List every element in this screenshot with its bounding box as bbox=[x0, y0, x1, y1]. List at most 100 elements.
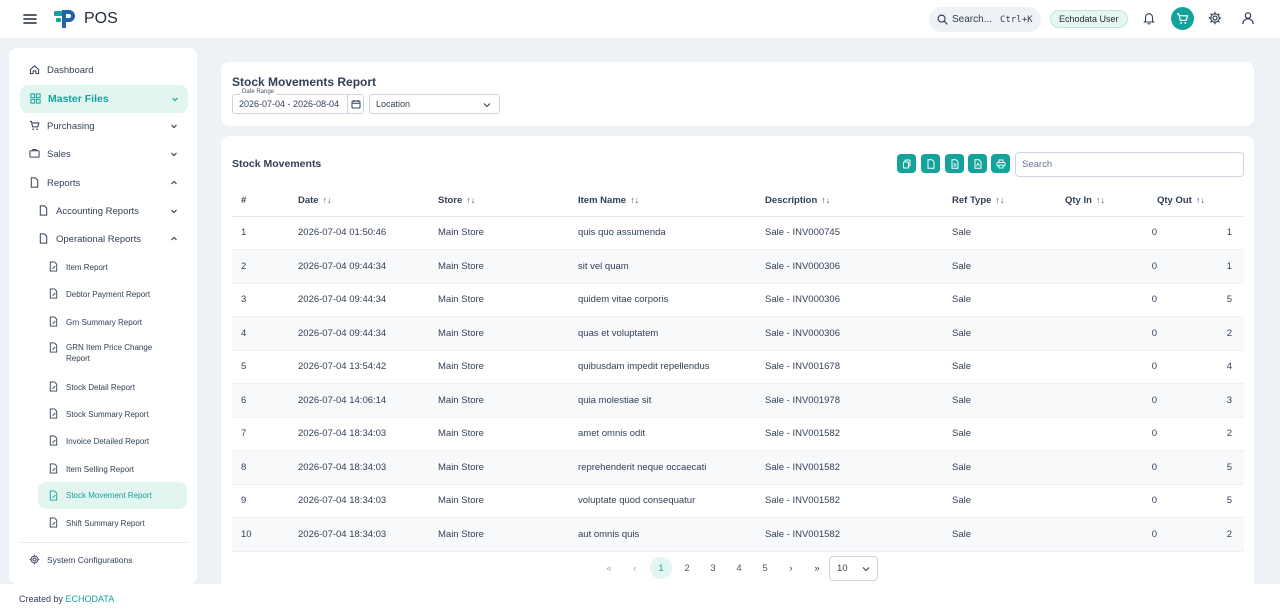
file-edit-icon bbox=[48, 435, 60, 447]
sort-icon[interactable]: ↑↓ bbox=[995, 195, 1004, 205]
column-header-ref-type[interactable]: Ref Type ↑↓ bbox=[952, 186, 1065, 217]
page-button-2[interactable]: 2 bbox=[674, 557, 700, 579]
sidebar-item-accounting-reports[interactable]: Accounting Reports bbox=[38, 205, 189, 217]
sidebar-item-item-selling-report[interactable]: Item Selling Report bbox=[48, 463, 134, 475]
sidebar-item-operational-reports[interactable]: Operational Reports bbox=[38, 233, 189, 245]
table-row[interactable]: 5 2026-07-04 13:54:42 Main Store quibusdam … bbox=[232, 350, 1244, 384]
copy-button[interactable] bbox=[897, 154, 916, 173]
sort-icon[interactable]: ↑↓ bbox=[323, 195, 332, 205]
sidebar-item-reports[interactable]: Reports bbox=[29, 177, 189, 189]
sidebar-item-master-files[interactable]: Master Files bbox=[20, 85, 188, 113]
sidebar-item-grn-summary-report[interactable]: Grn Summary Report bbox=[48, 316, 142, 328]
cell-ref-type: Sale bbox=[952, 249, 1065, 284]
export-csv-button[interactable] bbox=[921, 154, 940, 173]
sidebar-item-stock-summary-report[interactable]: Stock Summary Report bbox=[48, 408, 149, 420]
cell-date: 2026-07-04 14:06:14 bbox=[298, 383, 438, 418]
footer bbox=[0, 584, 1280, 612]
file-edit-icon bbox=[48, 342, 60, 354]
menu-icon[interactable] bbox=[22, 11, 38, 27]
sidebar-item-grn-item-price-change-report[interactable]: GRN Item Price Change Report bbox=[48, 342, 168, 364]
column-header-qty-out[interactable]: Qty Out ↑↓ bbox=[1157, 186, 1244, 217]
sidebar-item-shift-summary-report[interactable]: Shift Summary Report bbox=[48, 517, 145, 529]
column-header-qty-in[interactable]: Qty In ↑↓ bbox=[1065, 186, 1157, 217]
cell-description: Sale - INV000306 bbox=[765, 249, 952, 284]
last-page-button[interactable]: » bbox=[804, 557, 830, 579]
table-row[interactable]: 10 2026-07-04 18:34:03 Main Store aut omnis… bbox=[232, 517, 1244, 552]
table-row[interactable]: 7 2026-07-04 18:34:03 Main Store amet omnis… bbox=[232, 417, 1244, 451]
cell-qty-out: 5 bbox=[1157, 283, 1244, 317]
cell-row-number: 7 bbox=[232, 417, 298, 451]
date-picker-button[interactable] bbox=[347, 95, 364, 113]
printer-icon bbox=[996, 159, 1006, 169]
table-row[interactable]: 4 2026-07-04 09:44:34 Main Store quas et vo… bbox=[232, 316, 1244, 351]
sort-icon[interactable]: ↑↓ bbox=[821, 195, 830, 205]
table-row[interactable]: 9 2026-07-04 18:34:03 Main Store voluptate … bbox=[232, 484, 1244, 518]
sidebar-item-invoice-detailed-report[interactable]: Invoice Detailed Report bbox=[48, 435, 149, 447]
export-pdf-button[interactable] bbox=[968, 154, 987, 173]
sort-icon[interactable]: ↑↓ bbox=[1096, 195, 1105, 205]
page-button-4[interactable]: 4 bbox=[726, 557, 752, 579]
cell-item-name: aut omnis quis bbox=[578, 517, 765, 552]
column-header-store[interactable]: Store ↑↓ bbox=[438, 186, 578, 217]
sidebar-item-label: Item Selling Report bbox=[66, 464, 135, 474]
date-range-value[interactable]: 2026-07-04 - 2026-08-04 bbox=[239, 99, 339, 109]
file-edit-icon bbox=[48, 408, 60, 420]
stock-movements-table: # Date ↑↓ Store ↑↓ Item Name ↑↓ Description… bbox=[232, 186, 1244, 552]
export-excel-button[interactable] bbox=[945, 154, 964, 173]
table-header-row: # Date ↑↓ Store ↑↓ Item Name ↑↓ Description… bbox=[232, 186, 1244, 217]
sidebar-item-label: Dashboard bbox=[47, 64, 94, 76]
file-edit-icon bbox=[48, 381, 60, 393]
table-row[interactable]: 6 2026-07-04 14:06:14 Main Store quia moles… bbox=[232, 383, 1244, 418]
table-search-input[interactable] bbox=[1015, 152, 1244, 177]
cell-ref-type: Sale bbox=[952, 417, 1065, 451]
sidebar-item-stock-detail-report[interactable]: Stock Detail Report bbox=[48, 381, 135, 393]
previous-page-button[interactable]: ‹ bbox=[622, 557, 648, 579]
sidebar-item-dashboard[interactable]: Dashboard bbox=[29, 64, 93, 76]
table-row[interactable]: 2 2026-07-04 09:44:34 Main Store sit vel qu… bbox=[232, 249, 1244, 284]
gear-icon[interactable] bbox=[1208, 11, 1224, 27]
rows-per-page-select[interactable]: 10 bbox=[829, 556, 878, 581]
cell-item-name: quibusdam impedit repellendus bbox=[578, 350, 765, 384]
cell-description: Sale - INV001582 bbox=[765, 450, 952, 485]
next-page-button[interactable]: › bbox=[778, 557, 804, 579]
footer-brand-link[interactable]: ECHODATA bbox=[66, 594, 115, 604]
pagination: « ‹ 1 2 3 4 5 › » bbox=[596, 556, 830, 580]
sort-icon[interactable]: ↑↓ bbox=[1196, 195, 1205, 205]
cell-store: Main Store bbox=[438, 216, 578, 250]
cell-store: Main Store bbox=[438, 350, 578, 384]
print-button[interactable] bbox=[991, 154, 1010, 173]
sidebar-item-item-report[interactable]: Item Report bbox=[48, 261, 108, 273]
page-button-1[interactable]: 1 bbox=[650, 557, 672, 579]
column-header-item-name[interactable]: Item Name ↑↓ bbox=[578, 186, 765, 217]
user-icon[interactable] bbox=[1241, 11, 1257, 27]
file-edit-icon bbox=[48, 489, 60, 502]
sidebar-item-stock-movement-report[interactable]: Stock Movement Report bbox=[38, 482, 187, 509]
sidebar-item-debtor-payment-report[interactable]: Debtor Payment Report bbox=[48, 288, 150, 300]
user-badge[interactable]: Echodata User bbox=[1050, 10, 1128, 28]
table-row[interactable]: 3 2026-07-04 09:44:34 Main Store quidem vit… bbox=[232, 283, 1244, 317]
sidebar-item-sales[interactable]: Sales bbox=[29, 148, 189, 160]
first-page-button[interactable]: « bbox=[596, 557, 622, 579]
cell-ref-type: Sale bbox=[952, 450, 1065, 485]
location-select[interactable]: Location bbox=[369, 94, 500, 114]
table-row[interactable]: 1 2026-07-04 01:50:46 Main Store quis quo a… bbox=[232, 216, 1244, 250]
sidebar-item-purchasing[interactable]: Purchasing bbox=[29, 120, 189, 132]
global-search-button[interactable]: Search... Ctrl+K bbox=[929, 7, 1041, 32]
cell-row-number: 5 bbox=[232, 350, 298, 384]
cell-store: Main Store bbox=[438, 383, 578, 418]
page-button-5[interactable]: 5 bbox=[752, 557, 778, 579]
cart-button[interactable] bbox=[1171, 7, 1194, 30]
page-button-3[interactable]: 3 bbox=[700, 557, 726, 579]
search-icon bbox=[937, 14, 948, 25]
sidebar-item-label: System Configurations bbox=[47, 555, 133, 565]
bell-icon[interactable] bbox=[1142, 11, 1158, 27]
sort-icon[interactable]: ↑↓ bbox=[466, 195, 475, 205]
sort-icon[interactable]: ↑↓ bbox=[630, 195, 639, 205]
chevron-down-icon bbox=[169, 206, 179, 216]
column-header-date[interactable]: Date ↑↓ bbox=[298, 186, 438, 217]
cell-qty-in: 0 bbox=[1065, 283, 1157, 317]
cell-description: Sale - INV001582 bbox=[765, 417, 952, 451]
column-header-description[interactable]: Description ↑↓ bbox=[765, 186, 952, 217]
table-row[interactable]: 8 2026-07-04 18:34:03 Main Store reprehende… bbox=[232, 450, 1244, 485]
sidebar-item-system-configurations[interactable]: System Configurations bbox=[29, 554, 133, 566]
